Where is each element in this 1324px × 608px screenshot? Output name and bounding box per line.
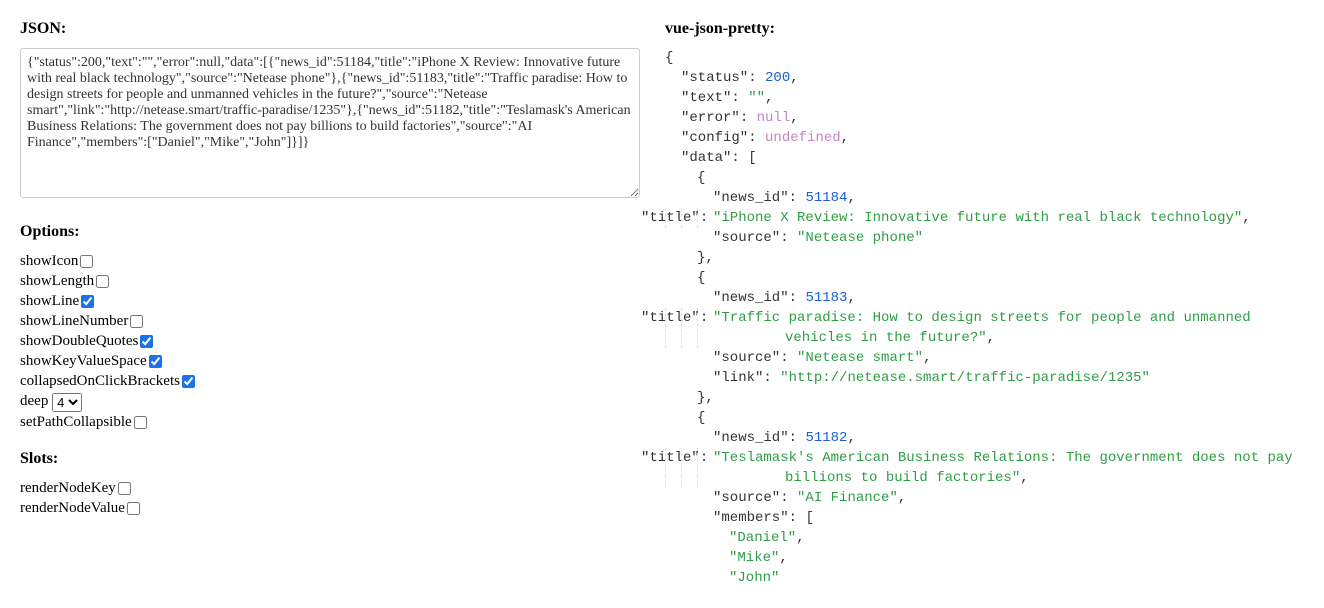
option-showline: showLine (20, 291, 645, 311)
option-deep: deep 4 (20, 391, 645, 411)
option-label: showKeyValueSpace (20, 353, 147, 369)
slots-heading: Slots: (20, 450, 645, 468)
slot-rendernodevalue: renderNodeValue (20, 498, 645, 518)
right-panel: vue-json-pretty: {"status": 200,"text": … (665, 20, 1304, 588)
json-textarea[interactable] (20, 48, 640, 198)
option-showkeyvaluespace: showKeyValueSpace (20, 351, 645, 371)
deep-select[interactable]: 4 (52, 393, 82, 412)
showline-checkbox[interactable] (81, 295, 94, 308)
slot-rendernodekey: renderNodeKey (20, 478, 645, 498)
option-showicon: showIcon (20, 251, 645, 271)
options-heading: Options: (20, 223, 645, 241)
options-section: Options: showIcon showLength showLine sh… (20, 223, 645, 432)
showdoublequotes-checkbox[interactable] (140, 335, 153, 348)
option-showdoublequotes: showDoubleQuotes (20, 331, 645, 351)
rendernodevalue-checkbox[interactable] (127, 502, 140, 515)
setpathcollapsible-checkbox[interactable] (134, 416, 147, 429)
option-showlength: showLength (20, 271, 645, 291)
option-label: setPathCollapsible (20, 414, 132, 430)
option-label: renderNodeKey (20, 480, 116, 496)
left-panel: JSON: Options: showIcon showLength showL… (20, 20, 665, 588)
showlength-checkbox[interactable] (96, 275, 109, 288)
showicon-checkbox[interactable] (80, 255, 93, 268)
option-label: showLineNumber (20, 313, 128, 329)
showlinenumber-checkbox[interactable] (130, 315, 143, 328)
option-label: renderNodeValue (20, 500, 125, 516)
option-label: showDoubleQuotes (20, 333, 138, 349)
option-label: collapsedOnClickBrackets (20, 373, 180, 389)
collapsedonclickbrackets-checkbox[interactable] (182, 375, 195, 388)
rendernodekey-checkbox[interactable] (118, 482, 131, 495)
option-setpathcollapsible: setPathCollapsible (20, 412, 645, 432)
option-collapsedonclickbrackets: collapsedOnClickBrackets (20, 371, 645, 391)
option-showlinenumber: showLineNumber (20, 311, 645, 331)
json-viewer[interactable]: {"status": 200,"text": "","error": null,… (665, 48, 1304, 588)
option-label: deep (20, 393, 48, 409)
option-label: showLine (20, 293, 79, 309)
json-heading: JSON: (20, 20, 645, 38)
option-label: showIcon (20, 253, 78, 269)
showkeyvaluespace-checkbox[interactable] (149, 355, 162, 368)
viewer-heading: vue-json-pretty: (665, 20, 1304, 38)
option-label: showLength (20, 273, 94, 289)
slots-section: Slots: renderNodeKey renderNodeValue (20, 450, 645, 518)
